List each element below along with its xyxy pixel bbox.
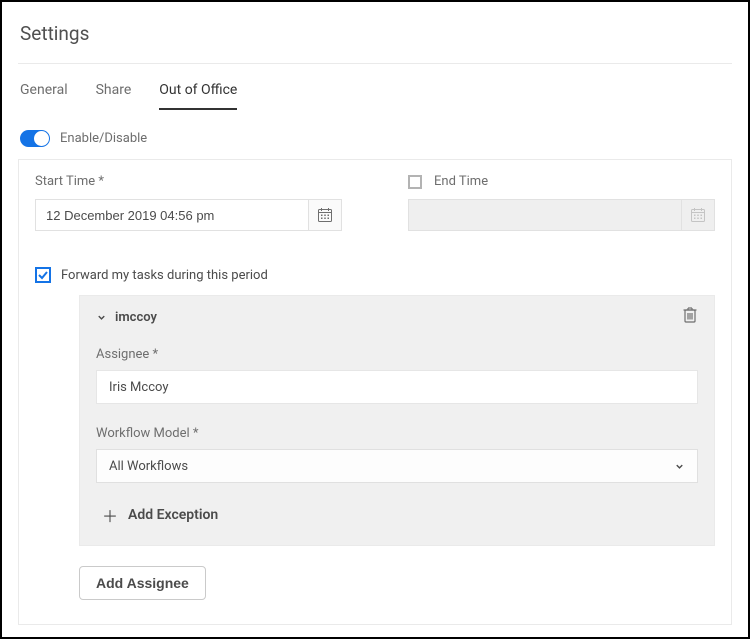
assignee-label: Assignee *: [96, 347, 698, 362]
calendar-icon: [317, 207, 333, 223]
end-time-field: [408, 199, 715, 231]
assignee-input[interactable]: Iris Mccoy: [96, 370, 698, 404]
assignee-value: Iris Mccoy: [109, 380, 168, 395]
trash-icon[interactable]: [682, 306, 698, 324]
forward-label: Forward my tasks during this period: [61, 268, 268, 283]
end-time-checkbox[interactable]: [408, 175, 422, 189]
calendar-icon: [690, 207, 706, 223]
end-time-label: End Time: [434, 174, 488, 189]
add-exception-button[interactable]: ＋ Add Exception: [96, 503, 698, 527]
assignee-panel-header[interactable]: imccoy: [96, 310, 698, 325]
start-time-calendar-button[interactable]: [308, 199, 342, 231]
plus-icon: ＋: [102, 503, 118, 527]
times-row: Start Time *: [35, 174, 715, 231]
start-time-block: Start Time *: [35, 174, 342, 231]
workflow-label: Workflow Model *: [96, 426, 698, 441]
workflow-select[interactable]: All Workflows: [96, 449, 698, 483]
workflow-value: All Workflows: [109, 459, 188, 474]
add-exception-label: Add Exception: [128, 507, 218, 523]
forward-row: Forward my tasks during this period: [35, 267, 715, 283]
start-time-field: [35, 199, 342, 231]
chevron-down-icon: [674, 461, 685, 472]
toggle-label: Enable/Disable: [60, 131, 147, 146]
tabs: General Share Out of Office: [18, 64, 732, 110]
tab-share[interactable]: Share: [96, 82, 132, 110]
add-assignee-label: Add Assignee: [96, 575, 189, 591]
forward-checkbox[interactable]: [35, 267, 51, 283]
toggle-thumb: [34, 131, 49, 146]
end-time-input: [408, 199, 681, 231]
start-time-input[interactable]: [35, 199, 308, 231]
tab-out-of-office[interactable]: Out of Office: [159, 82, 237, 110]
end-time-calendar-button: [681, 199, 715, 231]
add-assignee-button[interactable]: Add Assignee: [79, 566, 206, 600]
page-title: Settings: [18, 18, 732, 64]
tab-general[interactable]: General: [20, 82, 68, 110]
checkmark-icon: [37, 269, 49, 281]
assignee-panel-name: imccoy: [115, 310, 157, 325]
assignee-panel: imccoy Assignee * Iris Mccoy Workflow Mo…: [79, 295, 715, 546]
enable-toggle[interactable]: [20, 130, 50, 147]
start-time-label: Start Time *: [35, 174, 104, 189]
chevron-down-icon: [96, 312, 107, 323]
end-time-block: End Time: [408, 174, 715, 231]
enable-toggle-row: Enable/Disable: [18, 110, 732, 159]
out-of-office-card: Start Time *: [18, 159, 732, 625]
